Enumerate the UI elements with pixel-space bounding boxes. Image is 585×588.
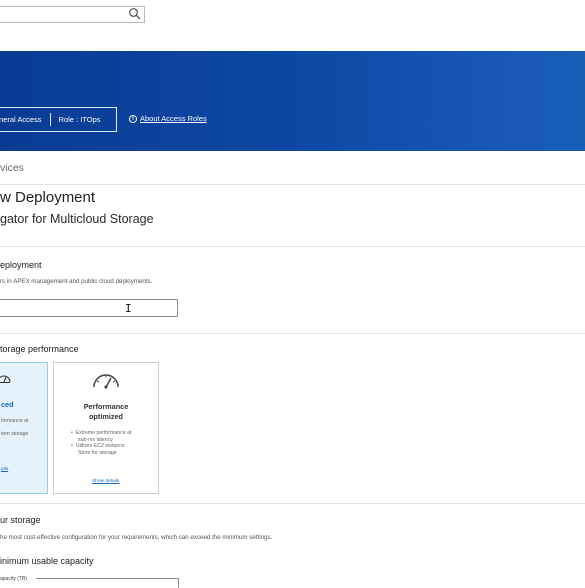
about-access-roles-link[interactable]: i About Access Roles <box>129 114 207 123</box>
show-details-link[interactable]: ails <box>1 467 8 472</box>
breadcrumb[interactable]: vices <box>0 162 24 174</box>
card-title-line: Performance <box>83 402 129 411</box>
text-cursor-icon: I <box>125 302 132 315</box>
show-details-link[interactable]: Show details <box>92 479 119 484</box>
divider <box>0 503 585 504</box>
card-title: ced <box>1 400 14 409</box>
capacity-field-label: apacity (TB) <box>0 576 27 582</box>
about-access-roles-label: About Access Roles <box>140 114 207 123</box>
header-banner <box>0 51 585 151</box>
card-title-line: optimized <box>88 412 124 421</box>
divider <box>0 246 585 247</box>
card-bullet: • Extreme performance at <box>71 430 132 436</box>
divider <box>0 333 585 334</box>
card-bullet: • Utilizes EC2 instance <box>71 443 125 449</box>
balanced-option-card[interactable]: ced formance at tem storage ails <box>0 362 48 494</box>
info-icon: i <box>129 114 137 123</box>
card-bullet: tem storage <box>1 431 29 437</box>
search-icon[interactable] <box>128 7 142 21</box>
card-bullets: • Extreme performance at sub-ms latency … <box>71 430 131 456</box>
performance-section-title: torage performance <box>0 344 79 354</box>
role-separator <box>49 113 51 126</box>
role-label: Role : ITOps <box>58 115 101 124</box>
page-subtitle: gator for Multicloud Storage <box>0 212 154 226</box>
access-role-box: neral Access Role : ITOps <box>0 107 117 132</box>
deployment-section-description: rs in APEX management and public cloud d… <box>0 278 153 285</box>
general-access-label: neral Access <box>0 115 42 124</box>
card-bullet: formance at <box>1 418 29 424</box>
page-title: w Deployment <box>0 189 96 206</box>
performance-optimized-option-card[interactable]: Performance optimized • Extreme performa… <box>53 362 159 494</box>
gauge-icon <box>0 375 11 383</box>
card-bullet: Store for storage <box>78 449 117 456</box>
storage-section-title: ur storage <box>0 515 41 525</box>
card-bullets: formance at tem storage <box>1 418 28 438</box>
card-title: Performance optimized <box>54 402 158 421</box>
divider <box>0 184 585 185</box>
search-input[interactable] <box>0 6 145 23</box>
capacity-section-title: inimum usable capacity <box>0 556 94 566</box>
speedometer-icon <box>93 374 119 389</box>
deployment-name-input[interactable] <box>0 299 178 317</box>
capacity-input[interactable] <box>36 578 179 588</box>
deployment-section-title: eployment <box>0 260 42 270</box>
storage-section-description: he most cost-effective configuration for… <box>0 534 273 541</box>
